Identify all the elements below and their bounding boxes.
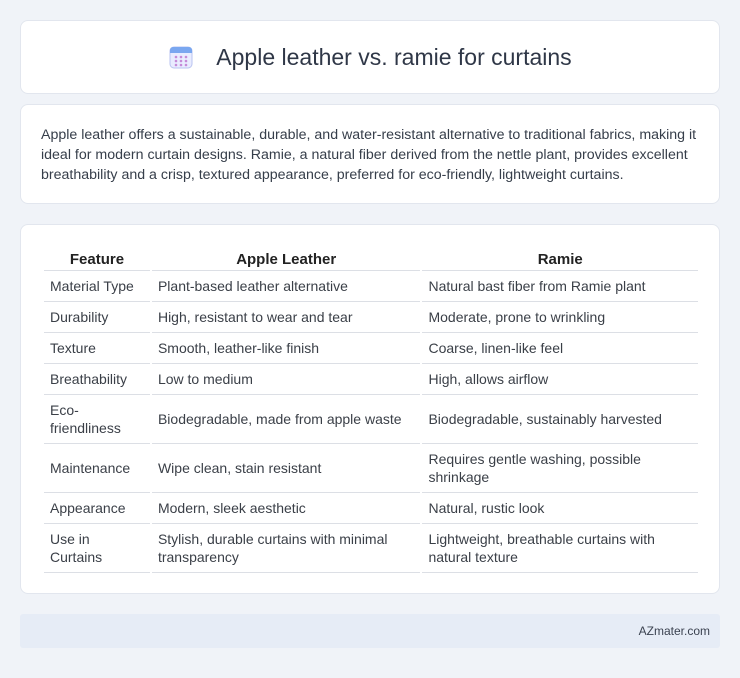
cell-ramie: High, allows airflow: [422, 364, 698, 395]
cell-apple-leather: Modern, sleek aesthetic: [151, 493, 421, 524]
intro-paragraph: Apple leather offers a sustainable, dura…: [41, 127, 697, 183]
cell-ramie: Natural, rustic look: [422, 493, 698, 524]
table-row: Maintenance Wipe clean, stain resistant …: [44, 444, 698, 493]
header-feature: Feature: [44, 245, 150, 271]
cell-feature: Eco-friendliness: [44, 395, 150, 444]
table-row: Breathability Low to medium High, allows…: [44, 364, 698, 395]
cell-ramie: Biodegradable, sustainably harvested: [422, 395, 698, 444]
table-row: Eco-friendliness Biodegradable, made fro…: [44, 395, 698, 444]
comparison-table-card: Feature Apple Leather Ramie Material Typ…: [20, 224, 720, 594]
cell-apple-leather: Wipe clean, stain resistant: [151, 444, 421, 493]
cell-apple-leather: Smooth, leather-like finish: [151, 333, 421, 364]
cell-apple-leather: Stylish, durable curtains with minimal t…: [151, 524, 421, 573]
table-row: Use in Curtains Stylish, durable curtain…: [44, 524, 698, 573]
table-row: Material Type Plant-based leather altern…: [44, 271, 698, 302]
comparison-table: Feature Apple Leather Ramie Material Typ…: [42, 245, 700, 573]
cell-apple-leather: Biodegradable, made from apple waste: [151, 395, 421, 444]
table-header-row: Feature Apple Leather Ramie: [44, 245, 698, 271]
cell-feature: Durability: [44, 302, 150, 333]
cell-feature: Maintenance: [44, 444, 150, 493]
cell-ramie: Coarse, linen-like feel: [422, 333, 698, 364]
header-apple-leather: Apple Leather: [151, 245, 421, 271]
table-row: Appearance Modern, sleek aesthetic Natur…: [44, 493, 698, 524]
title-card: Apple leather vs. ramie for curtains: [20, 20, 720, 94]
cell-feature: Appearance: [44, 493, 150, 524]
footer-site-link[interactable]: AZmater.com: [639, 624, 710, 638]
table-row: Durability High, resistant to wear and t…: [44, 302, 698, 333]
cell-apple-leather: Low to medium: [151, 364, 421, 395]
footer-bar: AZmater.com: [20, 614, 720, 648]
cell-apple-leather: Plant-based leather alternative: [151, 271, 421, 302]
cell-ramie: Lightweight, breathable curtains with na…: [422, 524, 698, 573]
cell-feature: Material Type: [44, 271, 150, 302]
cell-feature: Texture: [44, 333, 150, 364]
cell-feature: Breathability: [44, 364, 150, 395]
cell-ramie: Requires gentle washing, possible shrink…: [422, 444, 698, 493]
calendar-icon: [169, 46, 193, 69]
cell-apple-leather: High, resistant to wear and tear: [151, 302, 421, 333]
table-row: Texture Smooth, leather-like finish Coar…: [44, 333, 698, 364]
page-title: Apple leather vs. ramie for curtains: [216, 43, 572, 70]
cell-feature: Use in Curtains: [44, 524, 150, 573]
title-wrap: Apple leather vs. ramie for curtains: [168, 43, 572, 71]
intro-card: Apple leather offers a sustainable, dura…: [20, 104, 720, 204]
cell-ramie: Moderate, prone to wrinkling: [422, 302, 698, 333]
header-ramie: Ramie: [422, 245, 698, 271]
cell-ramie: Natural bast fiber from Ramie plant: [422, 271, 698, 302]
